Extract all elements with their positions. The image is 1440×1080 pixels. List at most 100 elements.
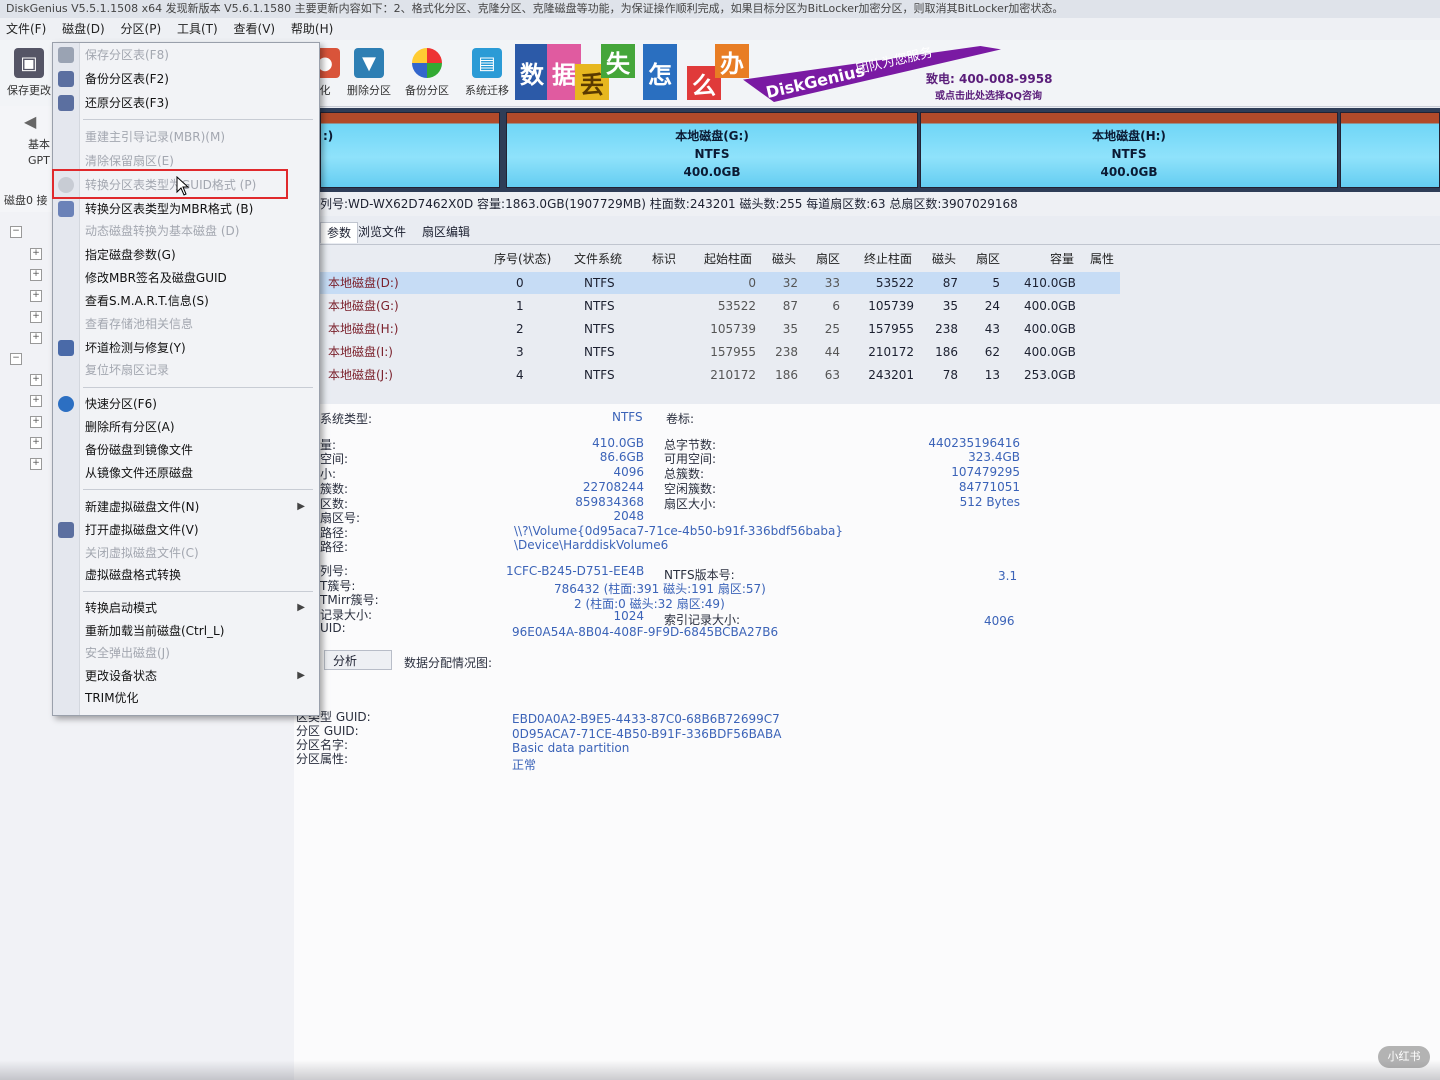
tree-toggle-4[interactable]: + bbox=[30, 311, 42, 323]
menu-help[interactable]: 帮助(H) bbox=[285, 18, 339, 40]
row-end-cyl: 105739 bbox=[868, 299, 914, 313]
analyze-button[interactable]: 分析 bbox=[324, 650, 392, 670]
menu-partition[interactable]: 分区(P) bbox=[115, 18, 168, 40]
menu-item-restore-disk-image[interactable]: 从镜像文件还原磁盘 bbox=[85, 463, 311, 483]
th-index: 序号(状态) bbox=[494, 252, 552, 266]
tree-toggle-3[interactable]: + bbox=[30, 290, 42, 302]
menu-item-reload-disk[interactable]: 重新加载当前磁盘(Ctrl_L) bbox=[85, 621, 311, 641]
menu-disk[interactable]: 磁盘(D) bbox=[56, 18, 111, 40]
th-end-sector: 扇区 bbox=[976, 252, 1001, 266]
menu-item-storage-pool-info[interactable]: 查看存储池相关信息 bbox=[85, 314, 311, 334]
row-index: 2 bbox=[516, 322, 524, 336]
menu-item-clear-reserved-sectors[interactable]: 清除保留扇区(E) bbox=[85, 151, 311, 171]
tree-toggle-8[interactable]: + bbox=[30, 416, 42, 428]
submenu-arrow-icon: ▶ bbox=[297, 501, 305, 512]
tree-toggle-5[interactable]: + bbox=[30, 332, 42, 344]
menu-item-open-virtual-disk[interactable]: 打开虚拟磁盘文件(V) bbox=[85, 520, 311, 540]
th-start-cyl: 起始柱面 bbox=[704, 252, 753, 266]
menu-item-smart-info[interactable]: 查看S.M.A.R.T.信息(S) bbox=[85, 291, 311, 311]
menu-item-rebuild-mbr[interactable]: 重建主引导记录(MBR)(M) bbox=[85, 127, 311, 147]
menu-item-save-partition-table[interactable]: 保存分区表(F8) bbox=[85, 45, 311, 65]
detail-value-right: 107479295 bbox=[951, 465, 1020, 479]
banner-qq-link[interactable]: 或点击此处选择QQ咨询 bbox=[935, 87, 1042, 102]
tree-toggle-2[interactable]: + bbox=[30, 269, 42, 281]
menu-item-modify-mbr-signature[interactable]: 修改MBR签名及磁盘GUID bbox=[85, 268, 311, 288]
type-guid-value: EBD0A0A2-B9E5-4433-87C0-68B6B72699C7 bbox=[512, 712, 780, 726]
convert-boot-mode-label: 转换启动模式 bbox=[85, 601, 158, 615]
diskmap-partition-i[interactable] bbox=[1340, 112, 1440, 188]
disk-map: :) 本地磁盘(G:) NTFS 400.0GB 本地磁盘(H:) NTFS 4… bbox=[320, 108, 1440, 192]
row-end-cyl: 157955 bbox=[868, 322, 914, 336]
table-row[interactable]: 本地磁盘(D:) 0 NTFS 0 32 33 53522 87 5 410.0… bbox=[320, 272, 1120, 294]
submenu-arrow-icon: ▶ bbox=[297, 670, 305, 681]
row-fs: NTFS bbox=[584, 322, 615, 336]
row-fs: NTFS bbox=[584, 276, 615, 290]
menu-item-reset-bad-sectors[interactable]: 复位坏扇区记录 bbox=[85, 360, 311, 380]
tree-toggle-7[interactable]: + bbox=[30, 395, 42, 407]
th-size: 容量 bbox=[1050, 252, 1075, 266]
bad-sector-tool-icon bbox=[58, 340, 74, 356]
tree-toggle-10[interactable]: + bbox=[30, 458, 42, 470]
diskmap-partition-d[interactable]: :) bbox=[320, 112, 500, 188]
menu-view[interactable]: 查看(V) bbox=[228, 18, 282, 40]
fs-type-label: 系统类型: bbox=[320, 412, 373, 426]
row-index: 4 bbox=[516, 368, 524, 382]
menu-item-backup-partition-table[interactable]: 备份分区表(F2) bbox=[85, 69, 311, 89]
menu-item-convert-boot-mode[interactable]: 转换启动模式 ▶ bbox=[85, 598, 311, 618]
part-attr-label: 分区属性: bbox=[296, 752, 349, 766]
banner-brand: DiskGenius bbox=[764, 60, 867, 103]
row-end-sec: 43 bbox=[984, 322, 1000, 336]
menu-item-set-disk-params[interactable]: 指定磁盘参数(G) bbox=[85, 245, 311, 265]
diskmap-partition-g[interactable]: 本地磁盘(G:) NTFS 400.0GB bbox=[506, 112, 918, 188]
table-row[interactable]: 本地磁盘(G:) 1 NTFS 53522 87 6 105739 35 24 … bbox=[320, 295, 1120, 317]
diskmap-partition-h[interactable]: 本地磁盘(H:) NTFS 400.0GB bbox=[920, 112, 1338, 188]
detail-value-right: 323.4GB bbox=[968, 450, 1020, 464]
row-start-sec: 63 bbox=[824, 368, 840, 382]
menu-item-safe-eject[interactable]: 安全弹出磁盘(J) bbox=[85, 643, 311, 663]
nav-back-icon[interactable]: ◀ bbox=[24, 112, 36, 131]
row-end-sec: 24 bbox=[984, 299, 1000, 313]
table-row[interactable]: 本地磁盘(I:) 3 NTFS 157955 238 44 210172 186… bbox=[320, 341, 1120, 363]
menu-file[interactable]: 文件(F) bbox=[0, 18, 52, 40]
backup-partition-button[interactable]: 备份分区 bbox=[398, 46, 456, 102]
tree-toggle-9[interactable]: + bbox=[30, 437, 42, 449]
save-icon: ▣ bbox=[14, 48, 44, 78]
table-row[interactable]: 本地磁盘(H:) 2 NTFS 105739 35 25 157955 238 … bbox=[320, 318, 1120, 340]
row-name: 本地磁盘(I:) bbox=[328, 345, 393, 359]
system-migrate-button[interactable]: ▤ 系统迁移 bbox=[458, 46, 516, 102]
menu-item-bad-sector-check[interactable]: 坏道检测与修复(Y) bbox=[85, 338, 311, 358]
format-label: 化 bbox=[319, 84, 331, 97]
save-changes-button[interactable]: ▣ 保存更改 bbox=[0, 46, 58, 102]
tree-toggle-disk0[interactable]: − bbox=[10, 226, 22, 238]
tree-toggle-6[interactable]: + bbox=[30, 374, 42, 386]
menu-item-backup-disk-image[interactable]: 备份磁盘到镜像文件 bbox=[85, 440, 311, 460]
tab-sector-editor[interactable]: 扇区编辑 bbox=[416, 222, 476, 242]
row-start-sec: 44 bbox=[824, 345, 840, 359]
row-end-sec: 62 bbox=[984, 345, 1000, 359]
menu-item-delete-all-partitions[interactable]: 删除所有分区(A) bbox=[85, 417, 311, 437]
tree-toggle-1[interactable]: + bbox=[30, 248, 42, 260]
menu-item-convert-virtual-disk[interactable]: 虚拟磁盘格式转换 bbox=[85, 565, 311, 585]
banner-phone: 致电: 400-008-9958 bbox=[926, 72, 1053, 86]
menu-tools[interactable]: 工具(T) bbox=[171, 18, 224, 40]
th-attr: 属性 bbox=[1090, 252, 1115, 266]
promo-banner[interactable]: 数 据 丢 失 怎 么 办 DiskGenius 团队为您服务 致电: 400-… bbox=[515, 42, 1055, 104]
row-fs: NTFS bbox=[584, 345, 615, 359]
table-row[interactable]: 本地磁盘(J:) 4 NTFS 210172 186 63 243201 78 … bbox=[320, 364, 1120, 386]
menu-item-quick-partition[interactable]: 快速分区(F6) bbox=[85, 394, 311, 414]
menu-item-trim-optimize[interactable]: TRIM优化 bbox=[85, 688, 311, 708]
delete-partition-button[interactable]: ▼ 删除分区 bbox=[340, 46, 398, 102]
row-index: 1 bbox=[516, 299, 524, 313]
backup-partition-label: 备份分区 bbox=[405, 84, 449, 97]
menu-item-close-virtual-disk[interactable]: 关闭虚拟磁盘文件(C) bbox=[85, 543, 311, 563]
tab-bar: 参数 浏览文件 扇区编辑 bbox=[320, 218, 1440, 245]
menu-item-restore-partition-table[interactable]: 还原分区表(F3) bbox=[85, 93, 311, 113]
row-name: 本地磁盘(H:) bbox=[328, 322, 399, 336]
menu-item-dynamic-to-basic[interactable]: 动态磁盘转换为基本磁盘 (D) bbox=[85, 221, 311, 241]
menu-item-change-device-state[interactable]: 更改设备状态 ▶ bbox=[85, 666, 311, 686]
annotation-highlight bbox=[52, 169, 288, 199]
tab-browse-files[interactable]: 浏览文件 bbox=[352, 222, 412, 242]
menu-item-new-virtual-disk[interactable]: 新建虚拟磁盘文件(N) ▶ bbox=[85, 497, 311, 517]
menu-item-convert-to-mbr[interactable]: 转换分区表类型为MBR格式 (B) bbox=[85, 199, 311, 219]
tree-toggle-disk1[interactable]: − bbox=[10, 353, 22, 365]
